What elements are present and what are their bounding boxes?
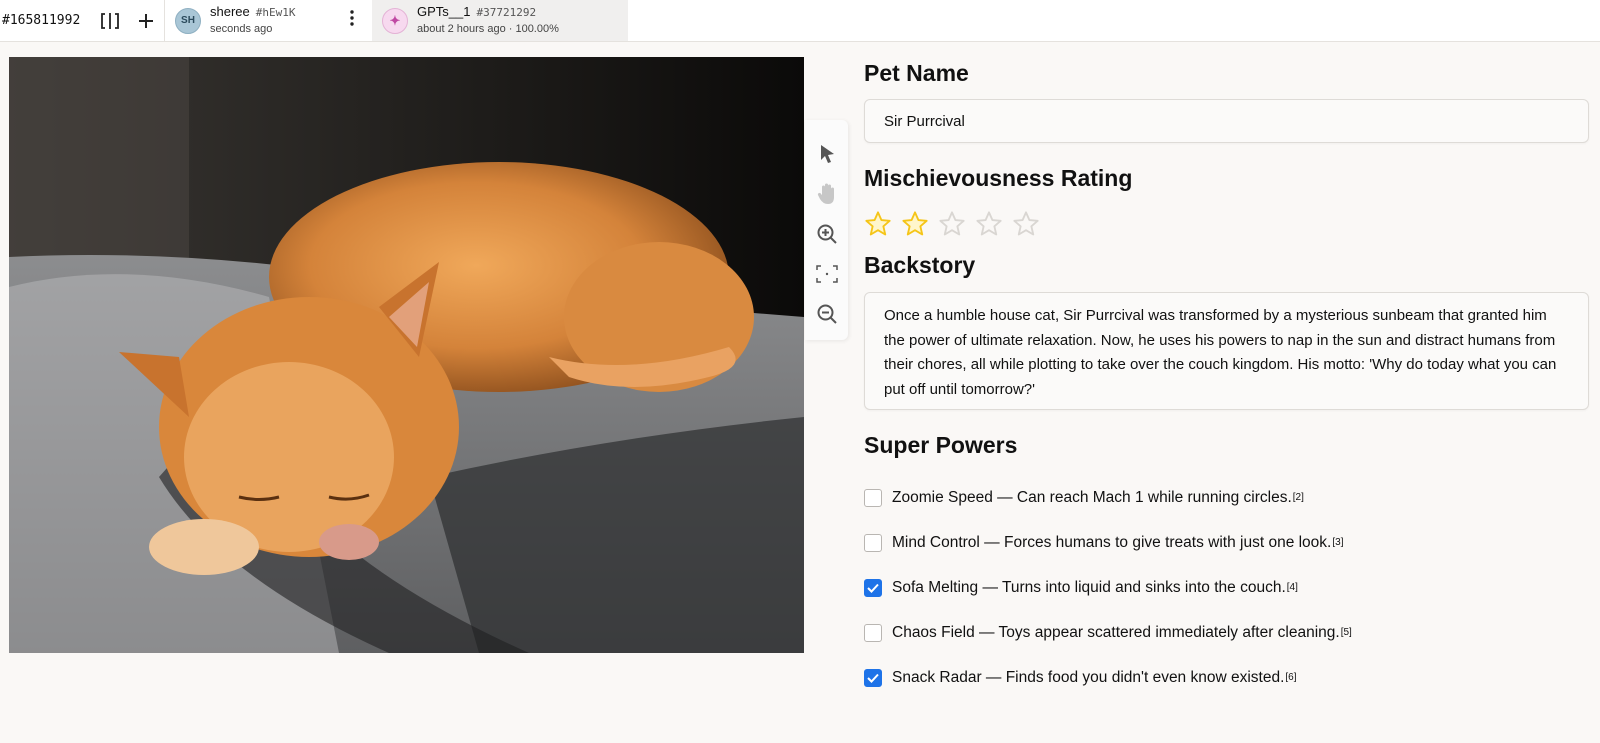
avatar: SH [175,7,201,34]
super-powers-list: Zoomie Speed — Can reach Mach 1 while ru… [864,487,1589,688]
tab-gpts[interactable]: ✦ GPTs__1 #37721292 about 2 hours ago · 1… [372,0,628,41]
task-id: #165811992 [2,13,81,28]
power-label: Sofa Melting — Turns into liquid and sin… [892,578,1286,596]
pointer-icon[interactable] [813,140,841,168]
power-item[interactable]: Sofa Melting — Turns into liquid and sin… [864,577,1589,598]
viewer-toolbar [805,120,848,340]
star-empty-icon[interactable] [938,210,966,238]
star-empty-icon[interactable] [1012,210,1040,238]
pet-name-heading: Pet Name [864,60,969,86]
zoom-in-icon[interactable] [813,220,841,248]
pet-form: Pet Name Sir Purrcival Mischievousness R… [864,60,1589,688]
super-powers-heading: Super Powers [864,432,1018,458]
kebab-menu-icon[interactable] [346,10,358,31]
hand-icon[interactable] [813,180,841,208]
power-ref[interactable]: [3] [1332,537,1343,548]
pet-name-input[interactable]: Sir Purrcival [864,99,1589,143]
power-label: Zoomie Speed — Can reach Mach 1 while ru… [892,488,1292,506]
power-ref[interactable]: [2] [1293,492,1304,503]
cat-photo [9,57,804,653]
power-label: Chaos Field — Toys appear scattered imme… [892,623,1340,641]
tab-subtitle: seconds ago [210,23,273,35]
plus-icon[interactable] [128,0,164,41]
backstory-textarea[interactable]: Once a humble house cat, Sir Purrcival w… [864,292,1589,410]
star-filled-icon[interactable] [864,210,892,238]
power-label: Snack Radar — Finds food you didn't even… [892,668,1285,686]
tab-subtitle: about 2 hours ago · 100.00% [417,23,559,35]
zoom-out-icon[interactable] [813,300,841,328]
sparkle-icon: ✦ [382,7,408,34]
power-item[interactable]: Mind Control — Forces humans to give tre… [864,532,1589,553]
star-filled-icon[interactable] [901,210,929,238]
power-checkbox[interactable] [864,533,882,552]
split-columns-icon[interactable] [92,0,128,41]
power-checkbox[interactable] [864,578,882,597]
power-item[interactable]: Zoomie Speed — Can reach Mach 1 while ru… [864,487,1589,508]
power-label: Mind Control — Forces humans to give tre… [892,533,1332,551]
power-item[interactable]: Snack Radar — Finds food you didn't even… [864,667,1589,688]
fit-screen-icon[interactable] [813,260,841,288]
power-ref[interactable]: [5] [1341,627,1352,638]
tab-hash: #hEw1K [255,6,296,19]
power-ref[interactable]: [6] [1285,672,1296,683]
tab-sheree[interactable]: SH sheree #hEw1K seconds ago [164,0,368,41]
rating-heading: Mischievousness Rating [864,165,1133,191]
star-empty-icon[interactable] [975,210,1003,238]
power-checkbox[interactable] [864,668,882,687]
check-icon [867,673,879,683]
backstory-heading: Backstory [864,252,976,278]
power-checkbox[interactable] [864,623,882,642]
tab-title: GPTs__1 [417,4,471,19]
tab-title: sheree [210,4,250,19]
power-checkbox[interactable] [864,488,882,507]
power-item[interactable]: Chaos Field — Toys appear scattered imme… [864,622,1589,643]
check-icon [867,583,879,593]
tab-hash: #37721292 [476,6,537,19]
power-ref[interactable]: [4] [1287,582,1298,593]
star-rating[interactable] [864,210,1589,238]
top-bar: #165811992 SH sheree #hEw1K seconds ago ✦… [0,0,1600,42]
